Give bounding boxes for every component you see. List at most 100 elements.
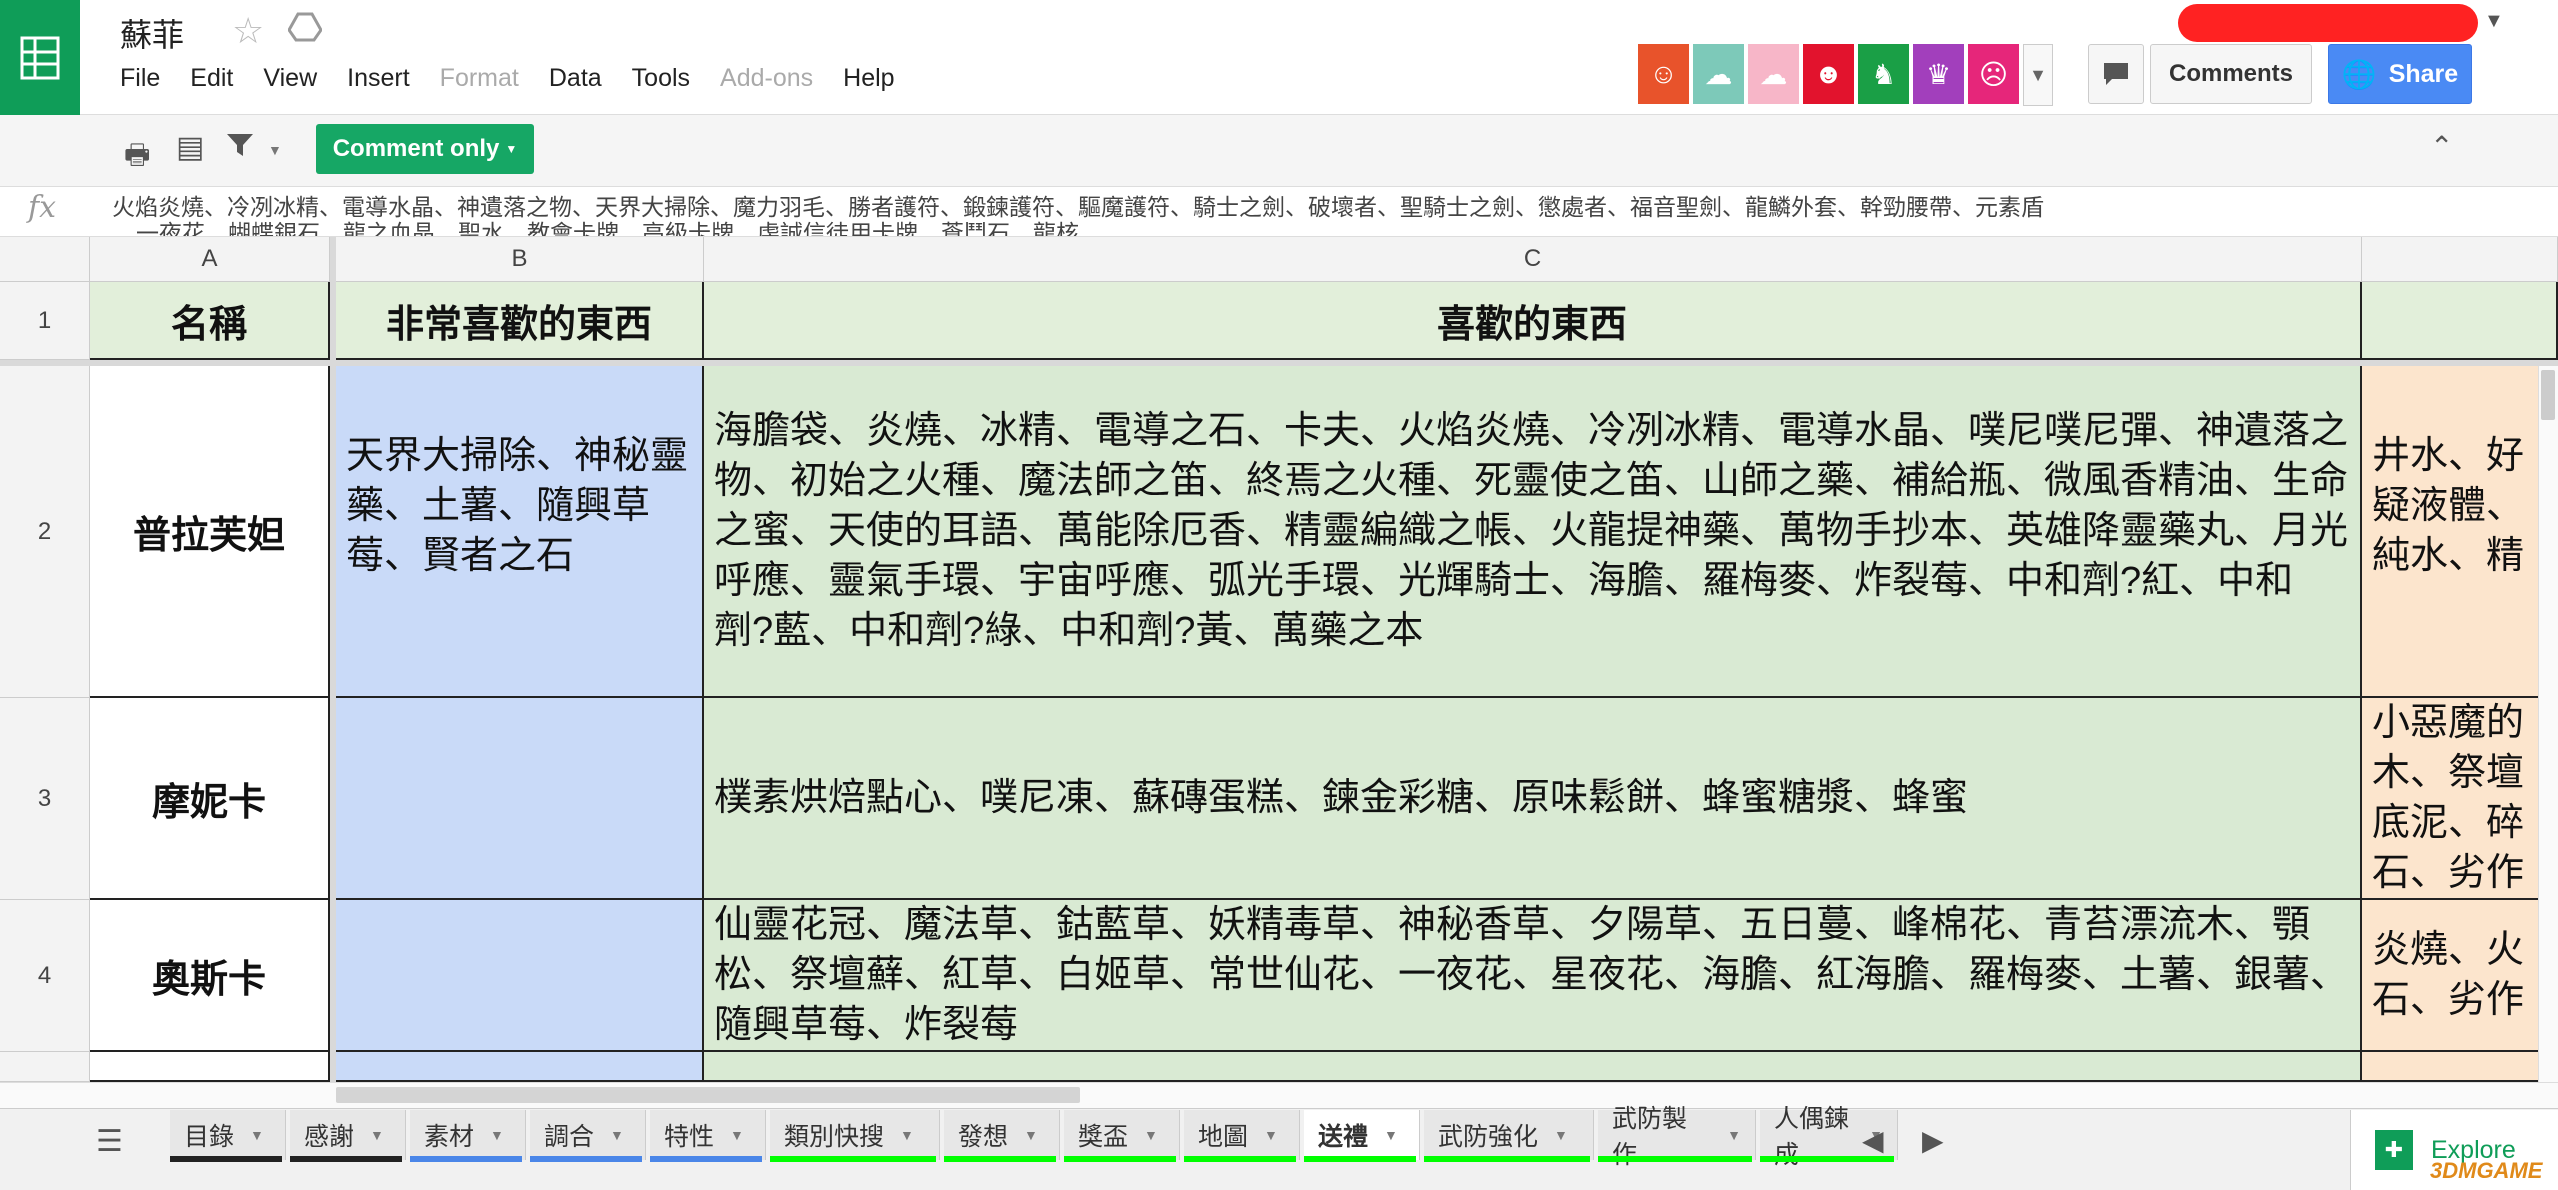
name-cell[interactable]: 奧斯卡 xyxy=(90,900,330,1052)
chevron-down-icon[interactable]: ▼ xyxy=(900,1127,914,1143)
comment-only-button[interactable]: Comment only ▼ xyxy=(316,124,534,174)
row-header-3[interactable]: 3 xyxy=(0,698,90,900)
sheet-tab[interactable]: 素材 ▼ xyxy=(410,1110,526,1160)
very-like-cell[interactable] xyxy=(336,1052,704,1082)
addon-icon[interactable]: ☺ xyxy=(1638,44,1689,104)
extra-cell[interactable]: 井水、好疑液體、純水、精 xyxy=(2362,366,2558,698)
header-cell-like[interactable]: 喜歡的東西 xyxy=(704,282,2362,360)
sheet-tab[interactable]: 目錄 ▼ xyxy=(170,1110,286,1160)
column-header-c[interactable]: C xyxy=(704,237,2362,282)
sheet-tab[interactable]: 特性 ▼ xyxy=(650,1110,766,1160)
sheet-tab-label: 地圖 xyxy=(1198,1123,1249,1151)
very-like-cell[interactable]: 天界大掃除、神秘靈藥、土薯、隨興草莓、賢者之石 xyxy=(336,366,704,698)
name-cell[interactable]: 摩妮卡 xyxy=(90,698,330,900)
name-cell[interactable]: 普拉芙妲 xyxy=(90,366,330,698)
menu-file[interactable]: File xyxy=(120,64,160,93)
very-like-cell[interactable] xyxy=(336,698,704,900)
addon-icon[interactable]: ♛ xyxy=(1913,44,1964,104)
chevron-down-icon[interactable]: ▼ xyxy=(2023,44,2053,106)
chevron-down-icon[interactable]: ▼ xyxy=(1264,1127,1278,1143)
chat-icon[interactable] xyxy=(2088,44,2144,104)
sheet-tab-color xyxy=(650,1156,762,1162)
column-header-a[interactable]: A xyxy=(90,237,330,282)
chevron-down-icon[interactable]: ▼ xyxy=(1554,1127,1568,1143)
formula-input[interactable]: 火焰炎燒、冷冽冰精、電導水晶、神遺落之物、天界大掃除、魔力羽毛、勝者護符、鍛鍊護… xyxy=(112,194,2442,236)
sheet-tab[interactable]: 類別快搜 ▼ xyxy=(770,1110,940,1160)
chevron-down-icon[interactable]: ▼ xyxy=(1384,1127,1398,1143)
extra-cell[interactable] xyxy=(2362,1052,2558,1082)
sheet-tab-label: 目錄 xyxy=(184,1123,235,1151)
sheet-tab[interactable]: 送禮 ▼ xyxy=(1304,1110,1420,1160)
extra-cell[interactable]: 小惡魔的木、祭壇底泥、碎石、劣作 xyxy=(2362,698,2558,900)
vertical-scrollbar[interactable] xyxy=(2538,366,2558,1082)
column-header-d[interactable] xyxy=(2362,237,2558,282)
explore-icon: ✚ xyxy=(2375,1130,2413,1170)
fx-icon: fx xyxy=(28,190,57,225)
menu-help[interactable]: Help xyxy=(843,64,894,93)
sheet-tab[interactable]: 感謝 ▼ xyxy=(290,1110,406,1160)
menu-edit[interactable]: Edit xyxy=(190,64,233,93)
all-sheets-menu-icon[interactable]: ☰ xyxy=(96,1124,123,1159)
sheet-tab[interactable]: 武防強化 ▼ xyxy=(1424,1110,1594,1160)
extra-cell[interactable]: 炎燒、火石、劣作 xyxy=(2362,900,2558,1052)
comment-only-label: Comment only xyxy=(332,135,500,162)
chevron-down-icon[interactable]: ▼ xyxy=(370,1127,384,1143)
row-header-1[interactable]: 1 xyxy=(0,282,90,360)
menu-tools[interactable]: Tools xyxy=(632,64,690,93)
like-cell[interactable]: 海膽袋、炎燒、冰精、電導之石、卡夫、火焰炎燒、冷冽冰精、電導水晶、噗尼噗尼彈、神… xyxy=(704,366,2362,698)
document-title[interactable]: 蘇菲 xyxy=(120,10,184,56)
chevron-down-icon[interactable]: ▼ xyxy=(490,1127,504,1143)
like-cell[interactable]: 仙靈花冠、魔法草、鈷藍草、妖精毒草、神秘香草、夕陽草、五日蔓、峰棉花、青苔漂流木… xyxy=(704,900,2362,1052)
menu-addons[interactable]: Add-ons xyxy=(720,64,813,93)
addon-icon[interactable]: ☁ xyxy=(1693,44,1744,104)
chevron-down-icon[interactable]: ▼ xyxy=(730,1127,744,1143)
filter-icon[interactable] xyxy=(226,132,254,165)
scroll-tabs-left-icon[interactable]: ◀ xyxy=(1862,1124,1884,1157)
chevron-down-icon[interactable]: ▼ xyxy=(250,1127,264,1143)
sheet-tab-color xyxy=(290,1156,402,1162)
like-cell[interactable] xyxy=(704,1052,2362,1082)
sheet-tab[interactable]: 地圖 ▼ xyxy=(1184,1110,1300,1160)
sheet-tab[interactable]: 調合 ▼ xyxy=(530,1110,646,1160)
print-icon[interactable]: 🖶 xyxy=(124,134,150,182)
menu-format[interactable]: Format xyxy=(440,64,519,93)
header-cell-very-like[interactable]: 非常喜歡的東西 xyxy=(336,282,704,360)
drive-folder-icon[interactable] xyxy=(287,12,323,50)
column-header-b[interactable]: B xyxy=(336,237,704,282)
row-header-5[interactable] xyxy=(0,1052,90,1082)
addon-icon[interactable]: ☹ xyxy=(1968,44,2019,104)
like-cell[interactable]: 樸素烘焙點心、噗尼凍、蘇磚蛋糕、鍊金彩糖、原味鬆餅、蜂蜜糖漿、蜂蜜 xyxy=(704,698,2362,900)
horizontal-scroll-thumb[interactable] xyxy=(336,1087,1080,1103)
chevron-down-icon[interactable]: ▼ xyxy=(1727,1127,1741,1143)
menu-data[interactable]: Data xyxy=(549,64,602,93)
row-header-4[interactable]: 4 xyxy=(0,900,90,1052)
share-button[interactable]: 🌐 Share xyxy=(2328,44,2472,104)
account-chip[interactable] xyxy=(2178,4,2478,42)
comments-button[interactable]: Comments xyxy=(2150,44,2312,104)
menu-view[interactable]: View xyxy=(263,64,317,93)
name-cell[interactable] xyxy=(90,1052,330,1082)
addon-icon[interactable]: ♞ xyxy=(1858,44,1909,104)
row-header-2[interactable]: 2 xyxy=(0,366,90,698)
select-all-corner[interactable] xyxy=(0,237,90,282)
vertical-scroll-thumb[interactable] xyxy=(2541,370,2555,420)
addon-icon[interactable]: ☻ xyxy=(1803,44,1854,104)
header-cell-name[interactable]: 名稱 xyxy=(90,282,330,360)
scroll-tabs-right-icon[interactable]: ▶ xyxy=(1922,1124,1944,1157)
very-like-cell[interactable] xyxy=(336,900,704,1052)
chevron-down-icon[interactable]: ▼ xyxy=(1144,1127,1158,1143)
paint-format-icon[interactable]: ▤ xyxy=(176,130,204,165)
chevron-down-icon[interactable]: ▼ xyxy=(2484,10,2504,33)
sheet-tab[interactable]: 武防製作 ▼ xyxy=(1598,1105,1756,1169)
sheet-tab[interactable]: 獎盃 ▼ xyxy=(1064,1110,1180,1160)
sheet-tab[interactable]: 發想 ▼ xyxy=(944,1110,1060,1160)
chevron-down-icon[interactable]: ▼ xyxy=(610,1127,624,1143)
addon-icon[interactable]: ☁ xyxy=(1748,44,1799,104)
chevron-down-icon[interactable]: ▼ xyxy=(1024,1127,1038,1143)
collapse-header-icon[interactable]: ⌃ xyxy=(2430,130,2453,163)
header-cell-d[interactable] xyxy=(2362,282,2558,360)
chevron-down-icon[interactable]: ▼ xyxy=(268,142,282,158)
menu-insert[interactable]: Insert xyxy=(347,64,410,93)
sheets-logo-icon[interactable] xyxy=(0,0,80,115)
star-icon[interactable]: ☆ xyxy=(232,10,264,52)
